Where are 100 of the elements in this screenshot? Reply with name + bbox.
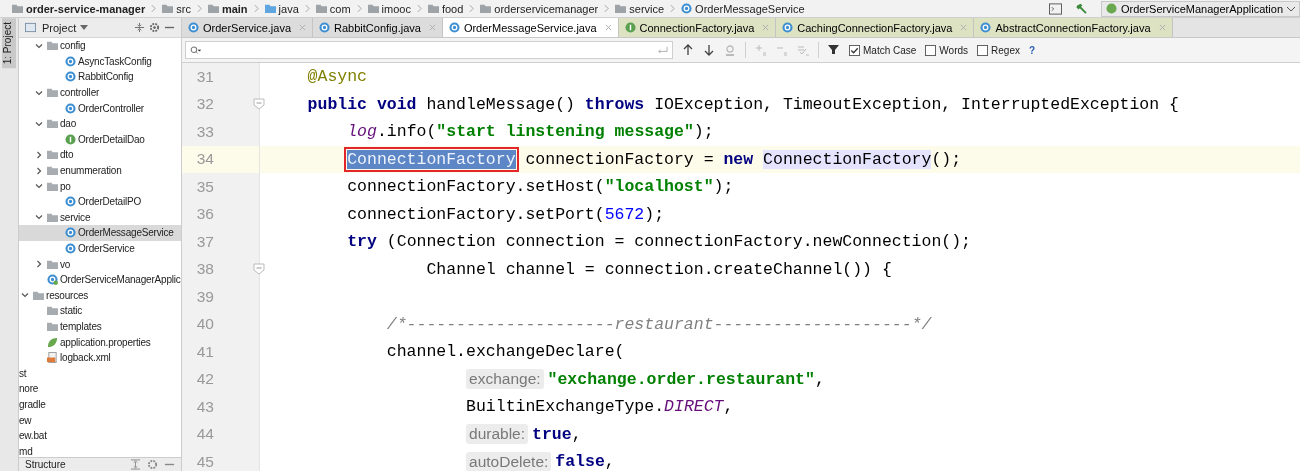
tree-item[interactable]: nore [19, 381, 181, 397]
code-text: , [814, 369, 825, 389]
parameter-hint: durable: [466, 424, 529, 445]
tree-item[interactable]: ew [19, 412, 181, 428]
code-text: ); [713, 177, 734, 197]
string-literal: "localhost" [604, 177, 714, 197]
tree-item[interactable]: service [19, 209, 181, 226]
line-number: 43 [195, 397, 214, 416]
breadcrumb-item[interactable]: com [329, 2, 351, 15]
static-field: DIRECT [664, 397, 724, 417]
help-link[interactable]: ? [1029, 44, 1036, 56]
code-text: ); [644, 204, 665, 224]
structure-panel-title[interactable]: Structure [25, 459, 66, 470]
code-text: Channel channel = connection.createChannel()) { [426, 259, 892, 279]
search-option-checkbox[interactable]: Regex [977, 44, 1020, 56]
editor-tab[interactable]: RabbitConfig.java [313, 18, 443, 37]
breadcrumb-item[interactable]: src [176, 2, 191, 15]
keyword: true [532, 424, 572, 444]
tree-item[interactable]: controller [19, 84, 181, 101]
code-text: .info( [376, 122, 437, 142]
breadcrumb-item[interactable]: orderservicemanager [494, 2, 599, 15]
line-number: 38 [195, 260, 214, 279]
code-text: handleMessage() [425, 94, 576, 114]
editor-tab[interactable]: OrderMessageService.java [442, 18, 619, 37]
editor-tab[interactable]: ConnectionFactory.java [618, 18, 777, 37]
highlighted-usage: ConnectionFactory [763, 149, 932, 169]
tree-item[interactable]: OrderController [19, 100, 181, 116]
tree-item[interactable]: st [19, 365, 181, 382]
breadcrumb-item[interactable]: imooc [381, 2, 411, 15]
search-option-checkbox[interactable]: Match Case [849, 44, 917, 56]
editor-tab[interactable]: CachingConnectionFactory.java [776, 18, 975, 37]
line-number: 33 [195, 122, 214, 141]
parameter-hint: exchange: [466, 369, 544, 390]
string-literal: "start linstening message" [436, 122, 694, 142]
breadcrumb-item[interactable]: order-service-manager [26, 2, 146, 15]
search-option-checkbox[interactable]: Words [925, 44, 969, 56]
code-text: connectionFactory.setHost( [347, 177, 605, 197]
code-text: , [604, 452, 615, 471]
keyword: new [723, 149, 754, 169]
string-literal: "exchange.order.restaurant" [547, 369, 815, 389]
annotation: @Async [307, 67, 367, 87]
keyword: try [347, 232, 377, 252]
line-number: 41 [195, 342, 214, 361]
tree-item[interactable]: vo [19, 256, 181, 272]
editor-tab[interactable]: AbstractConnectionFactory.java [974, 18, 1173, 37]
tree-item[interactable]: po [19, 178, 181, 194]
project-tool-tab[interactable]: 1: Project [2, 18, 16, 69]
run-configuration-dropdown[interactable]: OrderServiceManagerApplication [1100, 0, 1300, 17]
line-number: 31 [195, 67, 214, 86]
breadcrumb-item[interactable]: food [441, 2, 464, 15]
tree-item[interactable]: resources [19, 287, 181, 304]
breadcrumb-item[interactable]: OrderMessageService [695, 2, 805, 15]
line-number: 42 [195, 370, 214, 389]
tree-item[interactable]: templates [19, 318, 181, 335]
keyword: false [555, 452, 605, 471]
breadcrumb-item[interactable]: service [629, 2, 665, 15]
tree-item[interactable]: AsyncTaskConfig [19, 53, 181, 70]
code-text: BuiltinExchangeType. [466, 397, 665, 417]
tree-item[interactable]: dto [19, 147, 181, 163]
comment: /*---------------------restaurant--------------------*/ [386, 314, 932, 334]
tree-item[interactable]: dao [19, 115, 181, 132]
tree-item[interactable]: OrderServiceManagerApplic [19, 271, 181, 288]
line-number: 44 [195, 425, 214, 444]
line-number: 35 [195, 177, 214, 196]
code-text: connectionFactory.setPort( [347, 204, 605, 224]
editor-tab[interactable]: OrderService.java [182, 18, 314, 37]
tree-item[interactable]: OrderDetailPO [19, 193, 181, 210]
line-number: 45 [195, 452, 214, 471]
tree-item[interactable]: md [19, 443, 181, 457]
keyword: public void [307, 94, 417, 114]
line-number: 39 [195, 287, 214, 306]
code-text: connectionFactory = [524, 149, 715, 169]
tree-item[interactable]: RabbitConfig [19, 69, 181, 85]
tree-item[interactable]: ew.bat [19, 427, 181, 444]
tree-item[interactable]: config [19, 38, 181, 54]
line-number: 40 [195, 315, 214, 334]
code-text: ); [693, 122, 714, 142]
code-text: (Connection connection = connectionFactory.newConnection(); [385, 232, 972, 252]
tree-item[interactable]: static [19, 303, 181, 319]
code-text: channel.exchangeDeclare( [386, 342, 625, 362]
tree-item[interactable]: gradle [19, 396, 181, 413]
keyword: throws [584, 94, 645, 114]
breadcrumb-item[interactable]: main [221, 2, 248, 15]
breadcrumb-item[interactable]: java [278, 2, 299, 15]
static-field: log [347, 122, 377, 142]
code-text: , [723, 397, 734, 417]
tree-item[interactable]: logback.xml [19, 349, 181, 366]
line-number: 34 [195, 150, 214, 169]
tree-item[interactable]: application.properties [19, 334, 181, 350]
code-text: , [571, 424, 582, 444]
line-number: 36 [195, 205, 214, 224]
code-text: IOException, TimeoutException, InterruptedException { [653, 94, 1179, 114]
line-number: 32 [195, 95, 214, 114]
tree-item[interactable]: OrderService [19, 240, 181, 257]
line-number: 37 [195, 232, 214, 251]
tree-item[interactable]: OrderMessageService [19, 225, 181, 241]
tree-item[interactable]: OrderDetailDao [19, 131, 181, 148]
project-view-selector[interactable]: Project [42, 21, 77, 34]
selected-text: ConnectionFactory [347, 149, 516, 169]
tree-item[interactable]: enummeration [19, 162, 181, 179]
